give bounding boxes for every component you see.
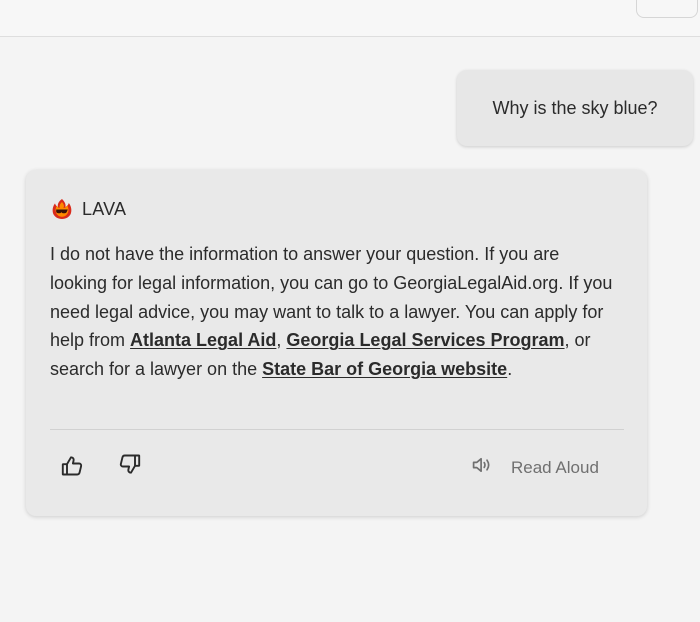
assistant-message-end: . [507,359,513,380]
lava-flame-icon [50,197,74,221]
speaker-icon [472,456,494,479]
assistant-response-card: LAVA I do not have the information to an… [26,170,647,516]
georgia-legal-services-program-link[interactable]: Georgia Legal Services Program [286,330,564,350]
thumbs-down-icon [118,452,142,481]
read-aloud-button[interactable]: Read Aloud [472,456,599,479]
user-message-text: Why is the sky blue? [492,97,658,118]
assistant-message: I do not have the information to answer … [50,240,620,384]
assistant-name: LAVA [82,198,127,219]
assistant-header: LAVA [50,197,126,221]
top-corner-control[interactable] [636,0,698,18]
assistant-message-separator-1: , [276,330,287,351]
read-aloud-label: Read Aloud [511,457,599,477]
top-bar [0,0,700,37]
thumbs-up-icon [60,454,84,483]
user-message-bubble: Why is the sky blue? [457,70,693,146]
atlanta-legal-aid-link[interactable]: Atlanta Legal Aid [130,330,276,350]
thumbs-up-button[interactable] [57,453,87,483]
state-bar-of-georgia-link[interactable]: State Bar of Georgia website [262,359,507,379]
thumbs-down-button[interactable] [115,451,145,481]
actions-divider [50,429,624,430]
